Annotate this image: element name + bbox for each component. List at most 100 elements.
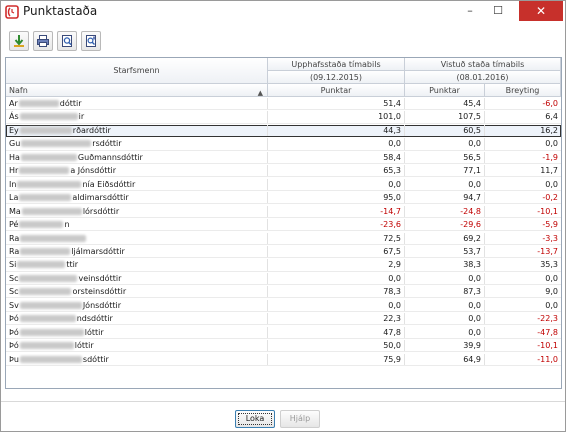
cell-start-points: 51,4: [268, 98, 405, 110]
cell-start-points: 2,9: [268, 259, 405, 271]
table-row[interactable]: Ey rðardóttir 44,3 60,5 16,2: [6, 124, 561, 138]
cell-start-points: 58,4: [268, 151, 405, 163]
cell-name: Ha Guðmannsdóttir: [6, 151, 268, 163]
cell-change: -11,0: [537, 354, 558, 364]
cell-name: Ra ljálmarsdóttir: [6, 245, 268, 258]
table-row[interactable]: Ma lórsdóttir -14,7 -24,8 -10,1: [6, 205, 561, 218]
cell-change: -1,9: [542, 152, 558, 162]
cell-start-points: 72,5: [268, 232, 405, 244]
cell-end-points: 64,9: [405, 353, 485, 365]
cell-start-points: 101,0: [268, 111, 405, 123]
table-row[interactable]: Ha Guðmannsdóttir 58,4 56,5 -1,9: [6, 151, 561, 164]
close-window-button[interactable]: ✕: [519, 1, 563, 21]
name-visible-end: lóttir: [74, 341, 94, 351]
name-visible-start: La: [9, 193, 19, 203]
print-icon: [37, 35, 49, 47]
table-row[interactable]: Ra 72,5 69,2 -3,3: [6, 232, 561, 245]
close-button[interactable]: Loka: [235, 410, 275, 428]
name-visible-end: lórsdóttir: [82, 206, 120, 216]
print-preview-button[interactable]: [57, 31, 77, 51]
cell-end-points: 0,0: [405, 272, 485, 285]
table-row[interactable]: La aldimarsdóttir 95,0 94,7 -0,2: [6, 192, 561, 205]
name-visible-start: Pé: [9, 220, 19, 230]
table-row[interactable]: Ar dóttir 51,4 45,4 -6,0: [6, 98, 561, 111]
cell-name: Þó ndsdóttir: [6, 313, 268, 325]
maximize-button[interactable]: ☐: [485, 1, 511, 21]
table-row[interactable]: Þó lóttir 50,0 39,9 -10,1: [6, 340, 561, 353]
points-table[interactable]: Starfsmenn Upphafsstaða tímabils (09.12.…: [5, 57, 562, 389]
name-visible-end: a Jónsdóttir: [70, 166, 117, 176]
cell-change: -10,1: [537, 206, 558, 216]
page-setup-button[interactable]: [81, 31, 101, 51]
table-row[interactable]: Ra ljálmarsdóttir 67,5 53,7 -13,7: [6, 245, 561, 259]
name-visible-start: Gu: [9, 139, 21, 149]
cell-name: Sc veinsdóttir: [6, 272, 268, 285]
table-row[interactable]: Sc orsteinsdóttir 78,3 87,3 9,0: [6, 286, 561, 299]
name-visible-start: Ha: [9, 152, 20, 162]
table-row[interactable]: In nía Eiðsdóttir 0,0 0,0 0,0: [6, 178, 561, 191]
print-button[interactable]: [33, 31, 53, 51]
redacted-name-blur: [19, 288, 72, 296]
column-header-change[interactable]: Breyting: [485, 84, 561, 97]
cell-start-points: 95,0: [268, 192, 405, 204]
name-visible-end: orsteinsdóttir: [72, 287, 127, 297]
cell-name: Þu sdóttir: [6, 353, 268, 365]
column-header-name[interactable]: Nafn ▲: [6, 84, 268, 97]
cell-start-points: 44,3: [268, 124, 405, 137]
cell-name: La aldimarsdóttir: [6, 192, 268, 204]
name-visible-start: Si: [9, 260, 17, 270]
cell-end-points: 60,5: [405, 124, 485, 137]
cell-start-points: 0,0: [268, 138, 405, 150]
name-visible-start: Sc: [9, 273, 19, 283]
print-preview-icon: [62, 35, 72, 47]
redacted-name-blur: [18, 100, 59, 107]
cell-change: 0,0: [545, 139, 558, 149]
cell-change: 0,0: [545, 273, 558, 283]
cell-change: 35,3: [540, 260, 558, 270]
table-row[interactable]: Þó lóttir 47,8 0,0 -47,8: [6, 326, 561, 339]
table-row[interactable]: Pé n -23,6 -29,6 -5,9: [6, 219, 561, 232]
redacted-name-blur: [21, 140, 92, 148]
name-visible-start: Ar: [9, 99, 18, 108]
cell-name: Pé n: [6, 219, 268, 231]
export-button[interactable]: [9, 31, 29, 51]
column-header-start-points[interactable]: Punktar: [268, 84, 405, 97]
help-button[interactable]: Hjálp: [280, 410, 320, 428]
cell-change: 6,4: [545, 112, 558, 122]
name-visible-start: Ma: [9, 206, 21, 216]
cell-end-points: 38,3: [405, 259, 485, 271]
table-row[interactable]: Þu sdóttir 75,9 64,9 -11,0: [6, 353, 561, 366]
column-header-end-points[interactable]: Punktar: [405, 84, 485, 97]
report-window: Punktastaða – ☐ ✕ Starfsmenn Upphafsstað…: [0, 0, 566, 432]
cell-change: -13,7: [537, 246, 558, 256]
cell-name: Ma lórsdóttir: [6, 205, 268, 217]
cell-end-points: 0,0: [405, 313, 485, 325]
cell-end-points: 94,7: [405, 192, 485, 204]
cell-end-points: 0,0: [405, 138, 485, 150]
cell-name: Sv Jónsdóttir: [6, 299, 268, 311]
table-row[interactable]: Si ttir 2,9 38,3 35,3: [6, 259, 561, 272]
cell-change: -0,2: [542, 193, 558, 203]
table-row[interactable]: Sc veinsdóttir 0,0 0,0 0,0: [6, 272, 561, 286]
table-row[interactable]: Ás ir 101,0 107,5 6,4: [6, 111, 561, 124]
table-row[interactable]: Hr a Jónsdóttir 65,3 77,1 11,7: [6, 165, 561, 178]
redacted-name-blur: [20, 247, 71, 255]
redacted-name-blur: [19, 301, 82, 309]
table-row[interactable]: Gu rsdóttir 0,0 0,0 0,0: [6, 138, 561, 151]
minimize-button[interactable]: –: [457, 1, 483, 21]
table-row[interactable]: Þó ndsdóttir 22,3 0,0 -22,3: [6, 313, 561, 326]
name-visible-start: Ey: [9, 125, 19, 135]
cell-end-points: 56,5: [405, 151, 485, 163]
name-visible-start: Ra: [9, 246, 20, 256]
cell-end-points: 87,3: [405, 286, 485, 298]
redacted-name-blur: [21, 207, 82, 215]
start-period-header: Upphafsstaða tímabils: [268, 58, 405, 71]
cell-name: Hr a Jónsdóttir: [6, 165, 268, 177]
table-row[interactable]: Sv Jónsdóttir 0,0 0,0 0,0: [6, 299, 561, 312]
title-bar[interactable]: Punktastaða – ☐ ✕: [1, 1, 565, 23]
redacted-name-blur: [19, 194, 72, 202]
cell-end-points: -29,6: [405, 219, 485, 231]
name-visible-start: Þó: [9, 341, 19, 351]
redacted-name-blur: [19, 328, 84, 336]
cell-end-points: 45,4: [405, 98, 485, 110]
